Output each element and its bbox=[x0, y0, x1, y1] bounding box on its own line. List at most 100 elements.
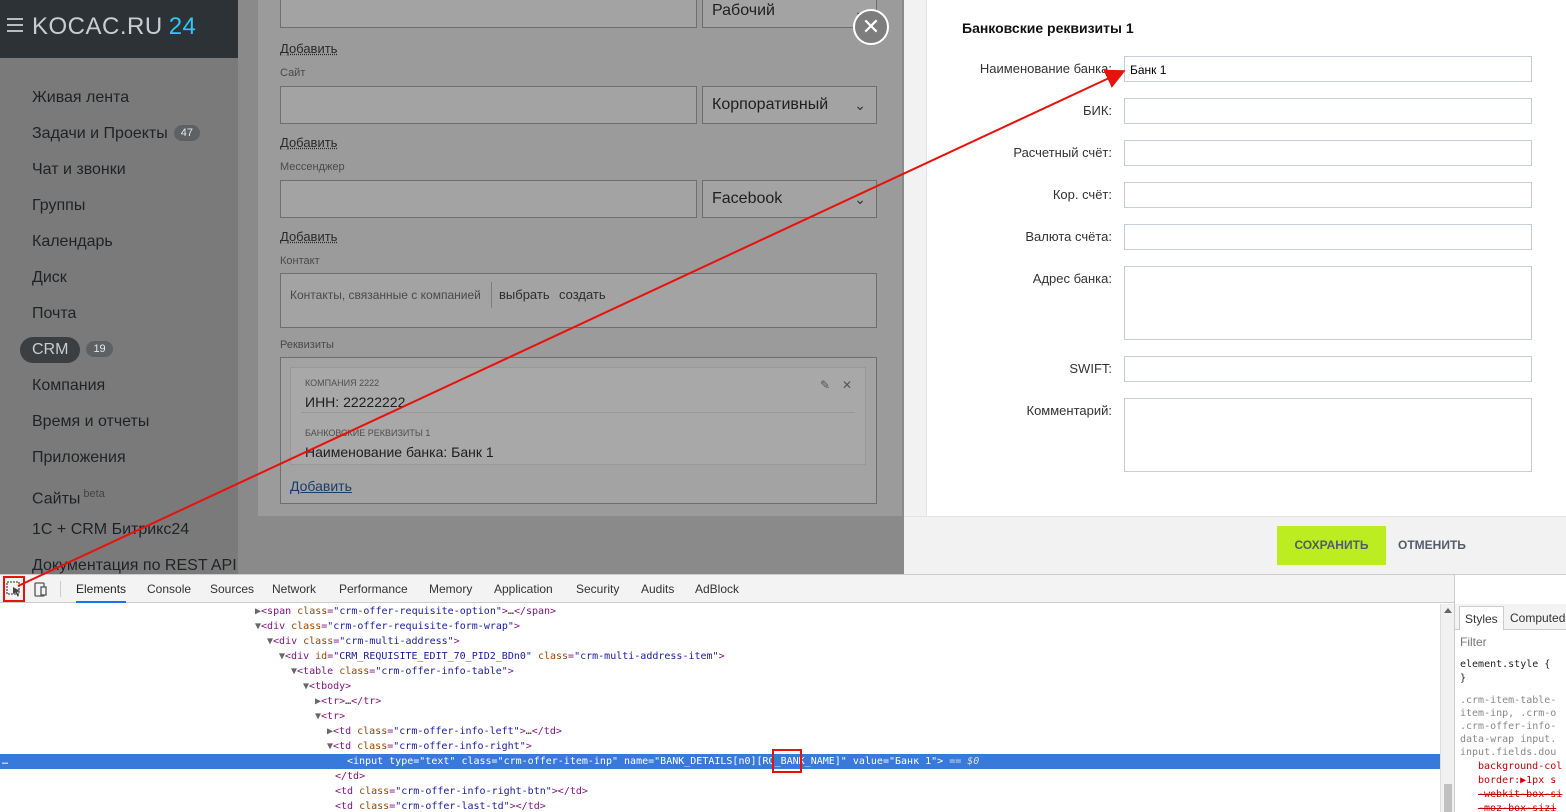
dom-node[interactable]: ▼<div class="crm-multi-address"> bbox=[0, 634, 1440, 649]
bank-field-input[interactable] bbox=[1124, 356, 1532, 382]
css-rule-line[interactable]: .crm-offer-info- bbox=[1460, 721, 1556, 732]
inspect-element-icon[interactable] bbox=[5, 580, 23, 598]
counter-badge: 19 bbox=[86, 341, 113, 357]
sidebar-item[interactable]: Диск bbox=[0, 260, 238, 296]
add-messenger-link[interactable]: Добавить bbox=[280, 229, 337, 244]
dom-node[interactable]: ▼<table class="crm-offer-info-table"> bbox=[0, 664, 1440, 679]
bank-field-input[interactable] bbox=[1124, 224, 1532, 250]
dom-node[interactable]: <td class="crm-offer-info-right-btn"></t… bbox=[0, 784, 1440, 799]
css-rule-line[interactable]: data-wrap input. bbox=[1460, 734, 1556, 745]
sidebar-item[interactable]: Приложения bbox=[0, 440, 238, 476]
sidebar-item[interactable]: Живая лента bbox=[0, 80, 238, 116]
css-rule-line[interactable]: background-col bbox=[1460, 761, 1562, 772]
dom-node[interactable]: ▼<td class="crm-offer-info-right"> bbox=[0, 739, 1440, 754]
bank-field-input[interactable] bbox=[1124, 98, 1532, 124]
bank-field-input[interactable] bbox=[1124, 182, 1532, 208]
menu-icon[interactable] bbox=[7, 18, 23, 32]
devtools-tab[interactable]: Sources bbox=[210, 575, 254, 603]
css-rule-line[interactable]: border:▶1px s bbox=[1460, 775, 1556, 786]
bank-field-label: БИК: bbox=[1082, 103, 1112, 118]
site-input[interactable] bbox=[280, 86, 697, 124]
add-phone-link[interactable]: Добавить bbox=[280, 41, 337, 56]
phone-input[interactable] bbox=[280, 0, 697, 28]
devtools-tab[interactable]: Elements bbox=[76, 575, 127, 603]
dom-node[interactable]: </td> bbox=[0, 769, 1440, 784]
css-rule-line[interactable]: -webkit-box-si bbox=[1460, 789, 1562, 800]
scroll-up-icon[interactable] bbox=[1444, 608, 1452, 613]
cancel-button[interactable]: ОТМЕНИТЬ bbox=[1398, 526, 1466, 565]
devtools-tab[interactable]: AdBlock bbox=[695, 575, 739, 603]
sidebar-item-label: Компания bbox=[32, 377, 106, 394]
dom-node-selected[interactable]: <input type="text" class="crm-offer-item… bbox=[0, 754, 1440, 769]
edit-icon[interactable]: ✎ bbox=[820, 378, 830, 392]
save-button[interactable]: СОХРАНИТЬ bbox=[1277, 526, 1386, 565]
css-rule-line[interactable]: input.fields.dou bbox=[1460, 747, 1556, 758]
contact-placeholder: Контакты, связанные с компанией bbox=[290, 288, 481, 302]
devtools-tab[interactable]: Network bbox=[272, 575, 316, 603]
sidebar-item[interactable]: Календарь bbox=[0, 224, 238, 260]
contact-create-link[interactable]: создать bbox=[559, 287, 606, 302]
bank-field-textarea[interactable] bbox=[1124, 266, 1532, 340]
tab-styles[interactable]: Styles bbox=[1459, 606, 1504, 630]
site-type-select[interactable]: Корпоративный ⌄ bbox=[702, 86, 877, 124]
dom-scrollbar[interactable] bbox=[1440, 604, 1454, 812]
sidebar-item[interactable]: Сайты beta bbox=[0, 476, 238, 512]
bank-field-input[interactable]: Банк 1 bbox=[1124, 56, 1532, 82]
dom-node[interactable]: ▶<span class="crm-offer-requisite-option… bbox=[0, 604, 1440, 619]
sidebar-item[interactable]: Компания bbox=[0, 368, 238, 404]
portal-logo[interactable]: KOCAC.RU 24 bbox=[32, 13, 196, 41]
dom-node[interactable]: ▼<tr> bbox=[0, 709, 1440, 724]
device-toolbar-icon[interactable] bbox=[32, 580, 50, 598]
sidebar-item[interactable]: Почта bbox=[0, 296, 238, 332]
close-icon[interactable]: ✕ bbox=[853, 9, 889, 45]
sidebar-item-label: Документация по REST API bbox=[32, 557, 237, 574]
dom-node[interactable]: ▼<div class="crm-offer-requisite-form-wr… bbox=[0, 619, 1440, 634]
phone-type-select[interactable]: Рабочий⌄ bbox=[702, 0, 877, 28]
sidebar-header: KOCAC.RU 24 bbox=[0, 0, 238, 58]
css-rule-line[interactable]: element.style { bbox=[1460, 659, 1550, 670]
sidebar-item[interactable]: Чат и звонки bbox=[0, 152, 238, 188]
dom-node[interactable]: <td class="crm-offer-last-td"></td> bbox=[0, 799, 1440, 812]
css-rule-line[interactable]: item-inp, .crm-o bbox=[1460, 708, 1556, 719]
devtools-tab[interactable]: Console bbox=[147, 575, 191, 603]
counter-badge: 47 bbox=[173, 125, 200, 141]
tab-computed[interactable]: Computed bbox=[1505, 606, 1566, 630]
add-site-link[interactable]: Добавить bbox=[280, 135, 337, 150]
messenger-label: Мессенджер bbox=[280, 161, 345, 173]
sidebar-item[interactable]: Время и отчеты bbox=[0, 404, 238, 440]
sidebar-item[interactable]: Группы bbox=[0, 188, 238, 224]
css-rule-line[interactable]: -moz-box-sizi bbox=[1460, 803, 1556, 812]
sidebar-item[interactable]: 1С + CRM Битрикс24 bbox=[0, 512, 238, 548]
bank-field-textarea[interactable] bbox=[1124, 398, 1532, 472]
bank-field-label: Кор. счёт: bbox=[1052, 187, 1112, 202]
contact-select-link[interactable]: выбрать bbox=[499, 287, 550, 302]
delete-icon[interactable]: ✕ bbox=[842, 378, 852, 392]
devtools-tab[interactable]: Audits bbox=[641, 575, 674, 603]
sidebar-item-label: Сайты bbox=[32, 490, 81, 508]
devtools-tab[interactable]: Application bbox=[494, 575, 553, 603]
devtools-tab[interactable]: Memory bbox=[429, 575, 472, 603]
sidebar-item[interactable]: CRM 19 bbox=[0, 332, 238, 368]
devtools-tab[interactable]: Security bbox=[576, 575, 619, 603]
requisite-card[interactable]: КОМПАНИЯ 2222 ИНН: 22222222 ✎ ✕ БАНКОВСК… bbox=[290, 367, 866, 465]
add-requisite-link[interactable]: Добавить bbox=[290, 478, 352, 494]
dom-node[interactable]: ▶<tr>…</tr> bbox=[0, 694, 1440, 709]
css-rule-line[interactable]: } bbox=[1460, 673, 1466, 684]
dom-node[interactable]: ▼<tbody> bbox=[0, 679, 1440, 694]
bank-field-input[interactable] bbox=[1124, 140, 1532, 166]
contact-field[interactable]: Контакты, связанные с компанией выбрать … bbox=[280, 273, 877, 328]
dom-tree[interactable]: ▶<span class="crm-offer-requisite-option… bbox=[0, 604, 1440, 812]
css-rule-line[interactable]: .crm-item-table- bbox=[1460, 695, 1556, 706]
sidebar-item[interactable]: Документация по REST API bbox=[0, 548, 238, 574]
sidebar-item[interactable]: Задачи и Проекты 47 bbox=[0, 116, 238, 152]
styles-filter-input[interactable]: Filter bbox=[1460, 635, 1487, 649]
messenger-input[interactable] bbox=[280, 180, 697, 218]
dom-node[interactable]: ▼<div id="CRM_REQUISITE_EDIT_70_PID2_BDn… bbox=[0, 649, 1440, 664]
sidebar-item-label: Время и отчеты bbox=[32, 413, 150, 430]
dom-node[interactable]: ▶<td class="crm-offer-info-left">…</td> bbox=[0, 724, 1440, 739]
messenger-type-select[interactable]: Facebook ⌄ bbox=[702, 180, 877, 218]
devtools-tab[interactable]: Performance bbox=[339, 575, 408, 603]
beta-tag: beta bbox=[83, 488, 105, 500]
left-sidebar: KOCAC.RU 24 Живая лента Задачи и Проекты 47… bbox=[0, 0, 238, 574]
contact-label: Контакт bbox=[280, 255, 320, 267]
